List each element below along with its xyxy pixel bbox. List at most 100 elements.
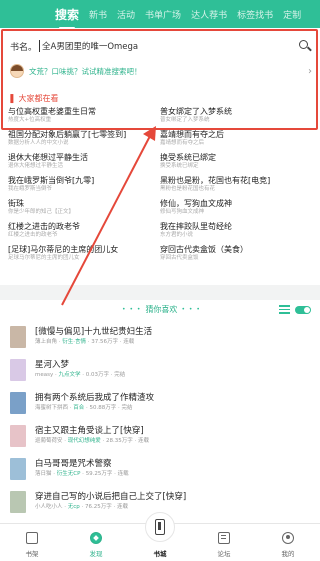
search-tip[interactable]: 文荒？口味挑？试试精准搜索吧！ › [10, 60, 312, 82]
book-subtitle: 黑粉也是粉花国也有花 [160, 186, 216, 192]
book-subtitle: 你是少年郎的知己【正文】 [8, 209, 75, 215]
book-author: 小人吃小人 [35, 504, 63, 510]
nav-profile[interactable]: 我的 [256, 524, 320, 561]
book-info: 星河入梦 measy · 九点文学 · 0.03万字 · 完结 [35, 359, 320, 380]
book-title: 黑粉也是粉，花国也有花[电竞] [160, 176, 271, 185]
book-cell[interactable]: 修仙，写狗血文成神 修仙写狗血文成神 [160, 199, 312, 217]
book-author: measy [35, 372, 54, 378]
book-cell[interactable]: 普女绑定了入梦系统 普女绑定了入梦系统 [160, 107, 312, 125]
discover-icon [90, 532, 102, 544]
book-tag: 九点文学 [58, 372, 81, 378]
list-item[interactable]: 拥有两个系统后我成了作精渣攻 海蜜树下拼西 · 百合 · 50.88万字 · 完结 [0, 386, 320, 419]
tab-search[interactable]: 搜索 [55, 6, 79, 29]
book-cell[interactable]: 我在峨罗斯当倒爷[九零] 我在峨罗斯当倒爷 [8, 176, 160, 194]
book-tag: 现代幻想纯爱 [67, 438, 101, 444]
tab-events[interactable]: 活动 [117, 8, 135, 21]
list-item[interactable]: 白马哥哥是咒术警察 落日猫 · 衍生无CP · 59.25万字 · 连载 [0, 452, 320, 485]
book-title: 普女绑定了入梦系统 [160, 107, 232, 116]
search-tip-text: 文荒？口味挑？试试精准搜索吧！ [29, 66, 142, 76]
nav-bookshelf[interactable]: 书架 [0, 524, 64, 561]
book-title: 嘉靖想而有夺之后 [160, 130, 224, 139]
book-subtitle: 换受系统已绑定 [160, 163, 199, 169]
search-type-label[interactable]: 书名。 [10, 40, 37, 53]
tab-booklist-square[interactable]: 书单广场 [145, 8, 181, 21]
book-cell[interactable]: 穿回古代卖盒饭（美食） 穿回古代卖盒饭 [160, 245, 312, 263]
book-subtitle: 足球马尔蒂尼的主席的团儿女 [8, 255, 80, 261]
book-stats: 76.25万字 · 连载 [85, 504, 129, 510]
book-subtitle: 红楼之进击的政老爷 [8, 232, 58, 238]
profile-icon [282, 532, 294, 544]
search-input[interactable] [42, 41, 298, 51]
avatar [10, 64, 24, 78]
list-item[interactable]: [微慢与偏见]十九世纪贵妇生活 薄上自角 · 衍生·言情 · 37.56万字 · … [0, 320, 320, 353]
filter-icon[interactable] [279, 305, 290, 314]
search-bar[interactable]: 书名。 [10, 36, 312, 56]
book-title: 穿进自己写的小说后把自己上交了[快穿] [35, 492, 187, 502]
book-stats: 37.56万字 · 连载 [91, 339, 135, 345]
book-title: 穿回古代卖盒饭（美食） [160, 245, 248, 254]
nav-bookcity[interactable]: 书城 [128, 512, 192, 561]
book-cell[interactable]: 嘉靖想而有夺之后 嘉靖想而有夺之后 [160, 130, 312, 148]
bottom-nav: 书架 发现 书城 论坛 我的 [0, 512, 320, 561]
book-title: 祖国分配对象后躺赢了[七零签到] [8, 130, 127, 139]
nav-forum[interactable]: 论坛 [192, 524, 256, 561]
book-info: 宿主又跟主角受谈上了[快穿] 巡葡萄荷安 · 现代幻想纯爱 · 28.35万字 ·… [35, 425, 320, 446]
book-stats: 50.88万字 · 完结 [89, 405, 133, 411]
book-cell[interactable]: 街珠 你是少年郎的知己【正文】 [8, 199, 160, 217]
book-tag: 衍生无CP [56, 471, 81, 477]
section-title: ❚ 大家都在看 [8, 93, 59, 104]
book-title: 星河入梦 [35, 360, 70, 370]
book-title: 宿主又跟主角受谈上了[快穿] [35, 426, 144, 436]
book-subtitle: 穿回古代卖盒饭 [160, 255, 199, 261]
recommend-title: • • • 猜你喜欢 • • • [118, 304, 205, 315]
bookcity-icon [145, 512, 175, 542]
book-cell[interactable]: 祖国分配对象后躺赢了[七零签到] 数据分析人人的中文小说 [8, 130, 160, 148]
tab-new-books[interactable]: 新书 [89, 8, 107, 21]
book-author: 落日猫 [35, 471, 52, 477]
book-stats: 59.25万字 · 连载 [85, 471, 129, 477]
book-subtitle: 普女绑定了入梦系统 [160, 117, 210, 123]
book-cover[interactable] [10, 358, 26, 381]
chevron-right-icon: › [308, 65, 312, 77]
recommend-title-text: 猜你喜欢 [145, 305, 178, 314]
section-title-text: 大家都在看 [18, 94, 59, 103]
book-title: [微慢与偏见]十九世纪贵妇生活 [35, 327, 153, 337]
book-cell[interactable]: 我在摔跤队里苟经纶 东方君的小说 [160, 222, 312, 240]
search-area: 书名。 文荒？口味挑？试试精准搜索吧！ › [0, 28, 320, 90]
book-tag: 衍生·言情 [62, 339, 87, 345]
list-item[interactable]: 宿主又跟主角受谈上了[快穿] 巡葡萄荷安 · 现代幻想纯爱 · 28.35万字 ·… [0, 419, 320, 452]
book-cell[interactable]: 换受系统已绑定 换受系统已绑定 [160, 153, 312, 171]
tab-custom[interactable]: 定制 [283, 8, 301, 21]
book-cell[interactable]: 红楼之进击的政老爷 红楼之进击的政老爷 [8, 222, 160, 240]
book-cover[interactable] [10, 490, 26, 513]
book-title: 我在峨罗斯当倒爷[九零] [8, 176, 95, 185]
recommend-list: [微慢与偏见]十九世纪贵妇生活 薄上自角 · 衍生·言情 · 37.56万字 · … [0, 320, 320, 523]
book-cell[interactable]: 与位高权重老婆重生日常 热度大+位高权重 [8, 107, 160, 125]
book-cover[interactable] [10, 457, 26, 480]
dots-left-icon: • • • [122, 306, 142, 313]
text-cursor [39, 40, 41, 52]
book-tag: 无cp [67, 504, 80, 510]
book-info: [微慢与偏见]十九世纪贵妇生活 薄上自角 · 衍生·言情 · 37.56万字 · … [35, 326, 320, 347]
book-cover[interactable] [10, 391, 26, 414]
nav-label: 发现 [89, 550, 103, 558]
book-cover[interactable] [10, 325, 26, 348]
book-cell[interactable]: 退休大佬想过平静生活 退休大佬想过平静生活 [8, 153, 160, 171]
book-subtitle: 嘉靖想而有夺之后 [160, 140, 205, 146]
book-cell[interactable]: 黑粉也是粉，花国也有花[电竞] 黑粉也是粉花国也有花 [160, 176, 312, 194]
book-stats: 28.35万字 · 连载 [106, 438, 150, 444]
book-title: 与位高权重老婆重生日常 [8, 107, 96, 116]
nav-label: 书城 [153, 550, 167, 558]
recommend-toggle[interactable] [295, 306, 311, 314]
book-title: 修仙，写狗血文成神 [160, 199, 232, 208]
tab-expert-picks[interactable]: 达人荐书 [191, 8, 227, 21]
hot-books-grid: 与位高权重老婆重生日常 热度大+位高权重 普女绑定了入梦系统 普女绑定了入梦系统 祖国分… [8, 107, 312, 263]
book-cover[interactable] [10, 424, 26, 447]
book-info: 白马哥哥是咒术警察 落日猫 · 衍生无CP · 59.25万字 · 连载 [35, 458, 320, 479]
search-icon[interactable] [298, 39, 312, 53]
book-cell[interactable]: [足球]马尔蒂尼的主席的团儿女 足球马尔蒂尼的主席的团儿女 [8, 245, 160, 263]
book-author: 薄上自角 [35, 339, 58, 345]
list-item[interactable]: 星河入梦 measy · 九点文学 · 0.03万字 · 完结 [0, 353, 320, 386]
tab-tag-search[interactable]: 标签找书 [237, 8, 273, 21]
nav-discover[interactable]: 发现 [64, 524, 128, 561]
